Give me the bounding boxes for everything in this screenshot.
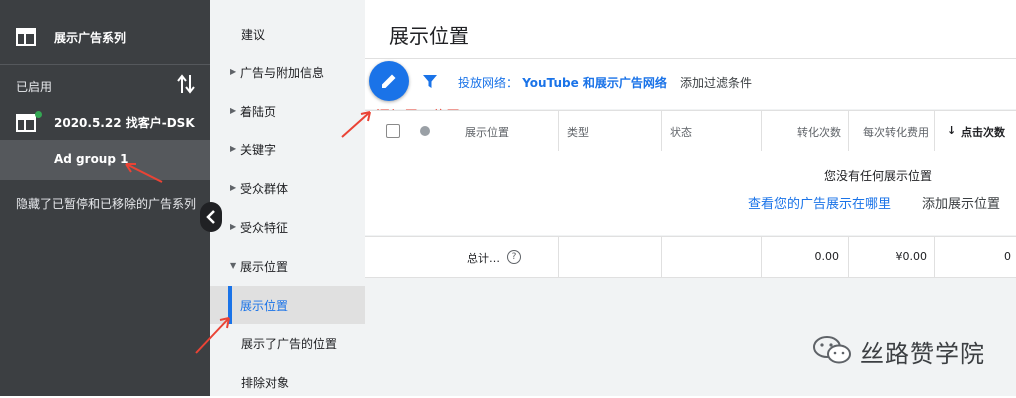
nav-item-keywords[interactable]: ▶ 关键字: [210, 133, 365, 165]
total-type-cell: [558, 237, 662, 277]
campaign-sidebar: 展示广告系列 已启用 2020.5.22 找客户-DSK Ad group 1 …: [0, 0, 210, 396]
ad-group-item[interactable]: Ad group 1: [0, 140, 210, 180]
nav-item-label: 建议: [241, 28, 266, 42]
campaign-display-icon: [16, 114, 36, 132]
nav-item-landing-pages[interactable]: ▶ 着陆页: [210, 95, 365, 127]
total-cost-per-conv-cell: ¥0.00: [848, 237, 935, 277]
enabled-status-dot: [35, 111, 42, 118]
total-label: 总计…: [467, 252, 500, 265]
select-all-checkbox[interactable]: [386, 124, 400, 138]
network-filter-value: YouTube 和展示广告网络: [522, 76, 667, 90]
nav-subitem-where-ads-showed[interactable]: 展示了广告的位置: [210, 327, 365, 359]
filter-icon[interactable]: [422, 73, 438, 89]
collapse-sidebar-button[interactable]: [200, 202, 222, 232]
chevron-left-icon: [206, 210, 215, 224]
column-header-conversions[interactable]: 转化次数: [761, 111, 849, 151]
title-bar: 展示位置: [365, 0, 1016, 59]
nav-item-recommendations[interactable]: 建议: [210, 18, 365, 50]
column-header-type[interactable]: 类型: [558, 111, 662, 151]
wechat-logo-icon: [813, 336, 851, 364]
nav-item-label: 排除对象: [241, 376, 290, 390]
nav-item-label: 关键字: [240, 143, 277, 157]
where-ads-showed-link[interactable]: 查看您的广告展示在哪里: [748, 193, 891, 212]
collapse-arrow-icon: ▼: [230, 261, 237, 270]
total-label-cell: 总计… ?: [455, 237, 558, 277]
nav-item-placements[interactable]: ▼ 展示位置: [210, 250, 365, 282]
add-placement-link[interactable]: 添加展示位置: [922, 193, 1000, 212]
nav-item-audiences[interactable]: ▶ 受众群体: [210, 172, 365, 204]
page-title: 展示位置: [389, 24, 469, 48]
toolbar: 投放网络： YouTube 和展示广告网络 添加过滤条件 添加展示位置: [365, 59, 1016, 125]
expand-arrow-icon: ▶: [230, 222, 237, 231]
divider: [0, 64, 210, 65]
status-column-dot: [420, 126, 430, 136]
expand-arrow-icon: ▶: [230, 67, 237, 76]
hidden-campaigns-note: 隐藏了已暂停和已移除的广告系列: [16, 197, 197, 211]
active-indicator: [228, 286, 232, 324]
page-nav: 建议 ▶ 广告与附加信息 ▶ 着陆页 ▶ 关键字 ▶ 受众群体 ▶ 受众特征 ▼…: [210, 0, 365, 396]
nav-item-label: 受众特征: [240, 221, 289, 235]
edit-fab-button[interactable]: [369, 61, 409, 101]
column-header-status[interactable]: 状态: [661, 111, 762, 151]
empty-message: 您没有任何展示位置: [824, 169, 933, 183]
expand-arrow-icon: ▶: [230, 144, 237, 153]
campaign-types-header[interactable]: 展示广告系列: [0, 0, 210, 60]
nav-item-label: 展示位置: [240, 299, 289, 313]
nav-subitem-placements[interactable]: 展示位置: [210, 286, 365, 324]
campaign-item[interactable]: 2020.5.22 找客户-DSK: [0, 104, 210, 138]
network-filter-chip[interactable]: 投放网络： YouTube 和展示广告网络: [458, 74, 667, 91]
expand-arrow-icon: ▶: [230, 106, 237, 115]
nav-subitem-exclusions[interactable]: 排除对象: [210, 366, 365, 398]
help-icon[interactable]: ?: [507, 250, 521, 264]
total-row: 总计… ? 0.00 ¥0.00 0: [365, 236, 1016, 278]
expand-arrow-icon: ▶: [230, 183, 237, 192]
column-header-clicks[interactable]: ↓ 点击次数: [934, 111, 1016, 151]
total-conversions-cell: 0.00: [761, 237, 849, 277]
column-header-placement[interactable]: 展示位置: [455, 111, 558, 151]
add-filter-button[interactable]: 添加过滤条件: [680, 74, 752, 91]
nav-item-label: 展示位置: [240, 260, 289, 274]
nav-item-demographics[interactable]: ▶ 受众特征: [210, 211, 365, 243]
nav-item-ads-extensions[interactable]: ▶ 广告与附加信息: [210, 56, 365, 88]
sort-icon[interactable]: [176, 73, 196, 95]
watermark-text: 丝路赞学院: [860, 340, 985, 368]
ad-group-name: Ad group 1: [54, 152, 129, 166]
network-filter-key: 投放网络：: [458, 76, 519, 90]
total-clicks-cell: 0: [934, 237, 1016, 277]
pencil-icon: [382, 74, 396, 88]
nav-item-label: 展示了广告的位置: [241, 337, 338, 351]
campaign-name: 2020.5.22 找客户-DSK: [54, 116, 195, 130]
campaign-display-icon: [16, 28, 36, 46]
column-header-cost-per-conversion[interactable]: 每次转化费用: [848, 111, 935, 151]
enabled-filter-label: 已启用: [16, 80, 53, 94]
total-status-cell: [661, 237, 762, 277]
campaign-types-label: 展示广告系列: [54, 31, 127, 45]
sort-down-arrow-icon: ↓: [947, 124, 957, 137]
nav-item-label: 广告与附加信息: [240, 66, 325, 80]
empty-state: 您没有任何展示位置 查看您的广告展示在哪里 添加展示位置: [365, 151, 1016, 235]
nav-item-label: 着陆页: [240, 105, 277, 119]
watermark: 丝路赞学院: [812, 330, 1002, 370]
table-header: 展示位置 类型 状态 转化次数 每次转化费用 ↓ 点击次数: [365, 110, 1016, 152]
nav-item-label: 受众群体: [240, 182, 289, 196]
